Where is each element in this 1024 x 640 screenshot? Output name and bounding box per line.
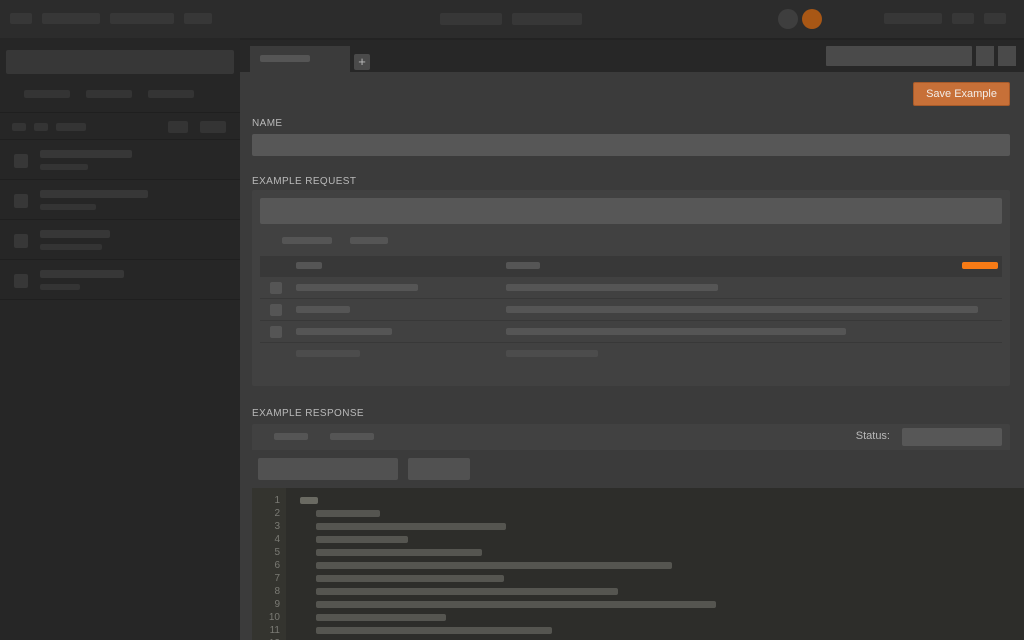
subtab[interactable]	[12, 123, 26, 131]
header-action[interactable]	[884, 13, 942, 24]
col-value	[506, 262, 540, 269]
editor-tabs: +	[240, 40, 1024, 72]
status-label: Status:	[856, 430, 890, 442]
request-tabs	[260, 232, 1002, 250]
folder-icon	[14, 194, 28, 208]
request-row-empty[interactable]	[260, 342, 1002, 364]
example-response-label: EXAMPLE RESPONSE	[252, 408, 364, 419]
avatar-secondary[interactable]	[778, 9, 798, 29]
sidebar-search[interactable]	[6, 50, 234, 74]
response-tab[interactable]	[330, 433, 374, 440]
sidebar-item[interactable]	[0, 140, 240, 180]
header-item[interactable]	[10, 13, 32, 24]
app-header	[0, 0, 1024, 38]
sidebar-subtabs	[0, 112, 240, 140]
request-row[interactable]	[260, 320, 1002, 342]
example-editor-panel: + Save Example NAME EXAMPLE REQUEST	[240, 40, 1024, 640]
header-action[interactable]	[952, 13, 974, 24]
header-center[interactable]	[512, 13, 582, 25]
line-gutter: 12345678910111213	[252, 488, 286, 640]
tabs-action[interactable]	[976, 46, 994, 66]
folder-icon	[14, 154, 28, 168]
sidebar	[0, 38, 240, 640]
row-checkbox[interactable]	[270, 282, 282, 294]
sidebar-item[interactable]	[0, 220, 240, 260]
response-toolbar	[252, 454, 1010, 484]
editor-tab-active[interactable]	[250, 46, 350, 72]
example-request-label: EXAMPLE REQUEST	[252, 176, 356, 187]
response-body-editor[interactable]: 12345678910111213	[252, 488, 1024, 640]
header-item[interactable]	[110, 13, 174, 24]
subtab[interactable]	[34, 123, 48, 131]
sidebar-item[interactable]	[0, 260, 240, 300]
app-root: + Save Example NAME EXAMPLE REQUEST	[0, 0, 1024, 640]
save-example-button[interactable]: Save Example	[913, 82, 1010, 106]
header-center[interactable]	[440, 13, 502, 25]
filter-tab[interactable]	[86, 90, 132, 98]
request-tab[interactable]	[282, 237, 332, 244]
header-item[interactable]	[184, 13, 212, 24]
header-item[interactable]	[42, 13, 100, 24]
request-row[interactable]	[260, 276, 1002, 298]
response-tab[interactable]	[274, 433, 308, 440]
request-rows	[260, 276, 1002, 364]
row-checkbox[interactable]	[270, 326, 282, 338]
response-view-toggle[interactable]	[408, 458, 470, 480]
subtab-action[interactable]	[200, 121, 226, 133]
subtab-action[interactable]	[168, 121, 188, 133]
request-tab[interactable]	[350, 237, 388, 244]
name-label: NAME	[252, 118, 283, 129]
example-name-input[interactable]	[252, 134, 1010, 156]
response-format-select[interactable]	[258, 458, 398, 480]
request-row[interactable]	[260, 298, 1002, 320]
row-checkbox[interactable]	[270, 304, 282, 316]
subtab[interactable]	[56, 123, 86, 131]
filter-tab[interactable]	[148, 90, 194, 98]
request-url-input[interactable]	[260, 198, 1002, 224]
tabs-action[interactable]	[998, 46, 1016, 66]
status-input[interactable]	[902, 428, 1002, 446]
folder-icon	[14, 234, 28, 248]
sidebar-item[interactable]	[0, 180, 240, 220]
example-request-box	[252, 190, 1010, 386]
tabs-search[interactable]	[826, 46, 972, 66]
avatar[interactable]	[802, 9, 822, 29]
request-table-header	[260, 256, 1002, 276]
sidebar-list	[0, 140, 240, 300]
bulk-edit-link[interactable]	[962, 262, 998, 269]
col-key	[296, 262, 322, 269]
response-tabs: Status:	[252, 424, 1010, 450]
header-action[interactable]	[984, 13, 1006, 24]
filter-tab[interactable]	[24, 90, 70, 98]
folder-icon	[14, 274, 28, 288]
sidebar-filter-row	[0, 80, 240, 110]
add-tab-button[interactable]: +	[354, 54, 370, 70]
